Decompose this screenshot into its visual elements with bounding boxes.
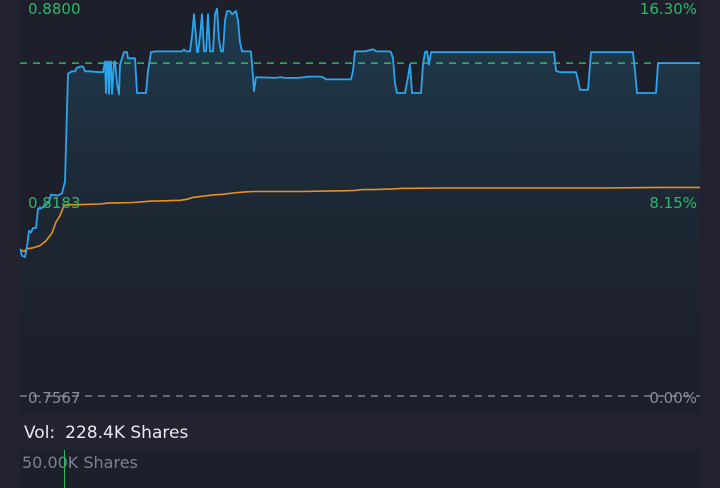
volume-bar [64, 450, 65, 488]
y-right-tick-top: 16.30% [639, 0, 697, 18]
volume-chart[interactable]: 50.00K Shares [20, 450, 700, 488]
y-right-tick-mid: 8.15% [649, 194, 697, 212]
chart-canvas [20, 7, 700, 397]
y-right-tick-bottom: 0.00% [649, 389, 697, 407]
y-left-tick-mid: 0.8183 [28, 194, 81, 212]
volume-value: 228.4K Shares [65, 423, 189, 443]
volume-label: Vol: [24, 423, 56, 443]
intraday-chart[interactable] [20, 0, 700, 415]
volume-summary: Vol: 228.4K Shares [24, 423, 188, 443]
volume-axis-max: 50.00K Shares [22, 453, 138, 472]
y-left-tick-bottom: 0.7567 [28, 389, 81, 407]
y-left-tick-top: 0.8800 [28, 0, 81, 18]
